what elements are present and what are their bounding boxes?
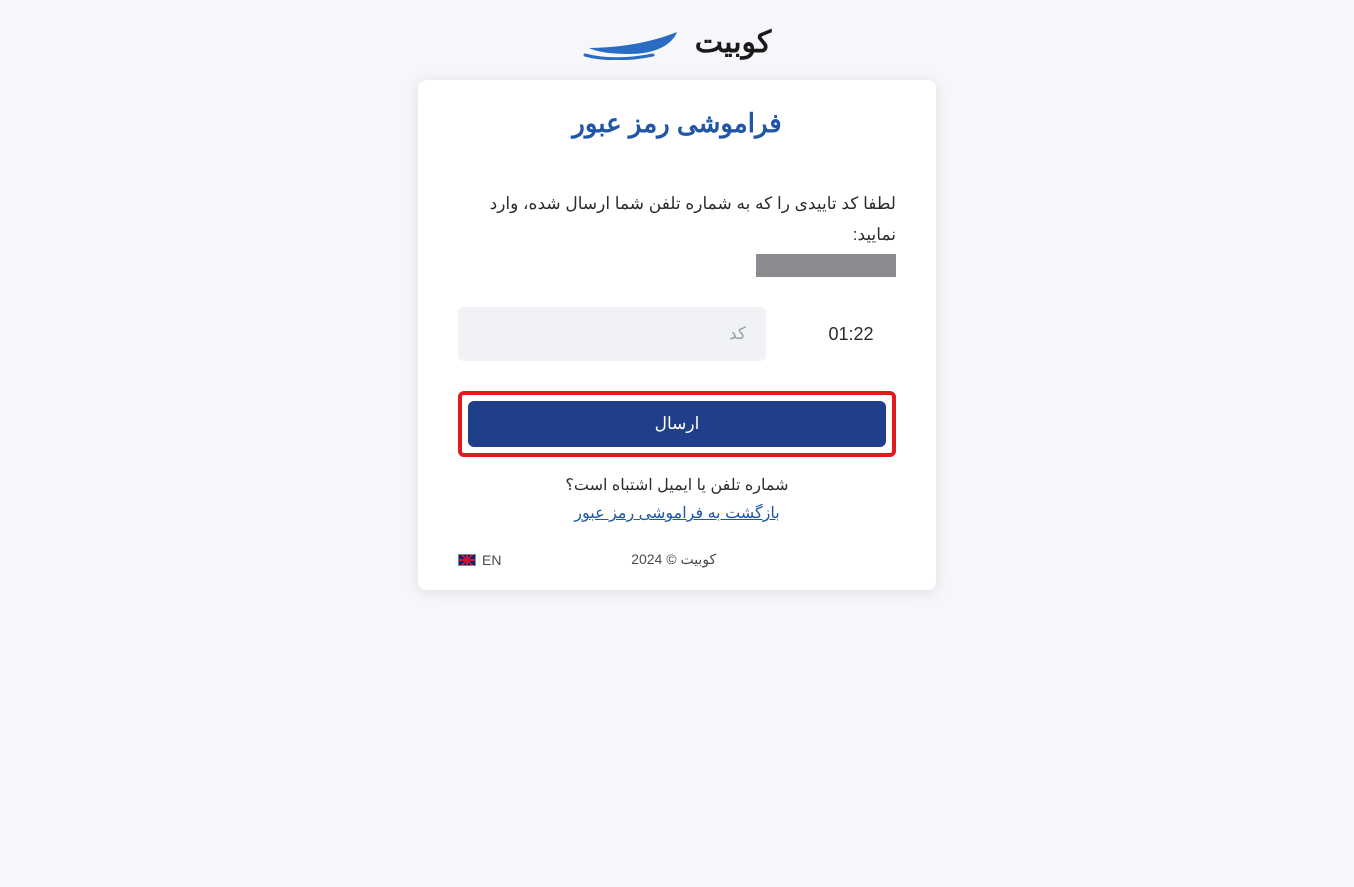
masked-phone-number (756, 254, 896, 277)
page: کوبیت فراموشی رمز عبور لطفا کد تاییدی را… (0, 0, 1354, 590)
uk-flag-icon (458, 554, 476, 566)
card-footer: EN کوبیت © 2024 (458, 551, 896, 568)
code-row: 01:22 (458, 307, 896, 361)
instruction-block: لطفا کد تاییدی را که به شماره تلفن شما ا… (458, 189, 896, 277)
wrong-info-text: شماره تلفن یا ایمیل اشتباه است؟ (458, 475, 896, 495)
page-title: فراموشی رمز عبور (458, 108, 896, 139)
language-switcher[interactable]: EN (458, 552, 501, 568)
brand-name: کوبیت (695, 25, 772, 60)
forgot-password-card: فراموشی رمز عبور لطفا کد تاییدی را که به… (418, 80, 936, 590)
verification-code-input[interactable] (458, 307, 766, 361)
submit-highlight-frame: ارسال (458, 391, 896, 457)
countdown-timer: 01:22 (806, 324, 896, 345)
boat-icon (583, 24, 683, 60)
copyright-text: کوبیت © 2024 (501, 551, 846, 568)
back-to-forgot-password-link[interactable]: بازگشت به فراموشی رمز عبور (458, 503, 896, 523)
language-label: EN (482, 552, 501, 568)
submit-button[interactable]: ارسال (468, 401, 886, 447)
brand-logo: کوبیت (583, 24, 772, 60)
instruction-text: لطفا کد تاییدی را که به شماره تلفن شما ا… (458, 189, 896, 250)
